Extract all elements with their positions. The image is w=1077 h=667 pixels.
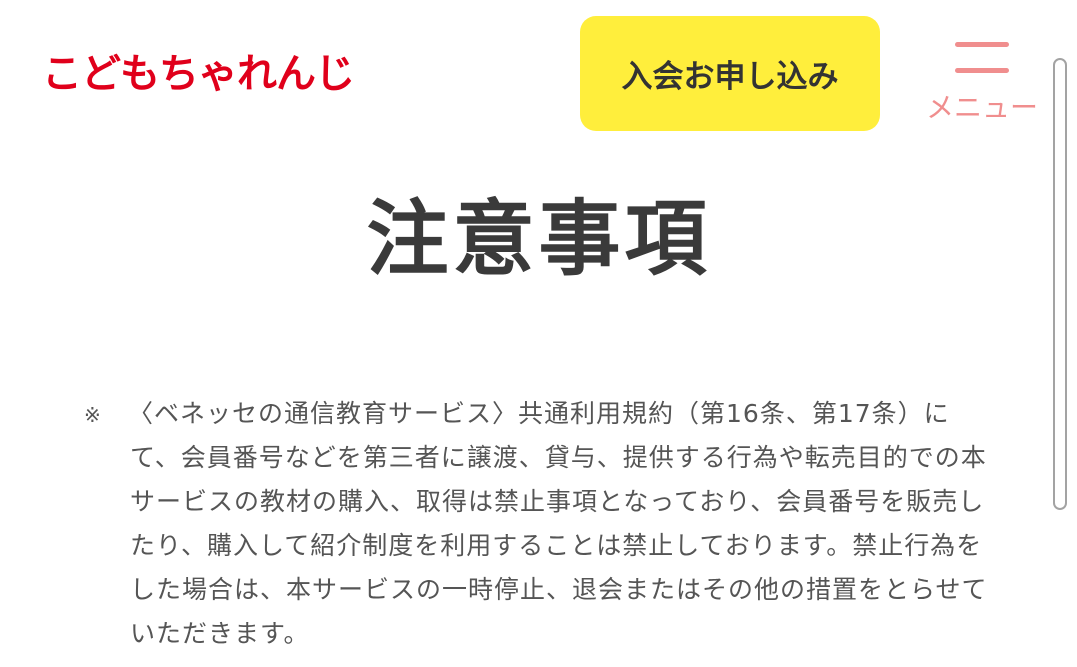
apply-membership-button[interactable]: 入会お申し込み xyxy=(580,16,880,131)
hamburger-line xyxy=(955,42,1009,47)
hamburger-icon xyxy=(955,42,1009,74)
hamburger-line xyxy=(955,68,1009,73)
menu-button[interactable]: メニュー xyxy=(924,40,1040,130)
page-title: 注意事項 xyxy=(366,192,711,287)
note-item: ※ 〈ベネッセの通信教育サービス〉共通利用規約（第16条、第17条）にて、会員番… xyxy=(84,392,1014,667)
menu-label: メニュー xyxy=(925,91,1038,124)
note-mark: ※ xyxy=(84,403,101,427)
note-text: 〈ベネッセの通信教育サービス〉共通利用規約（第16条、第17条）にて、会員番号な… xyxy=(128,399,988,648)
site-logo[interactable]: こどもちゃれんじ xyxy=(42,46,355,102)
page: こどもちゃれんじ 入会お申し込み メニュー 注意事項 ※ 〈ベネッセの通信教育サ… xyxy=(0,0,1077,667)
